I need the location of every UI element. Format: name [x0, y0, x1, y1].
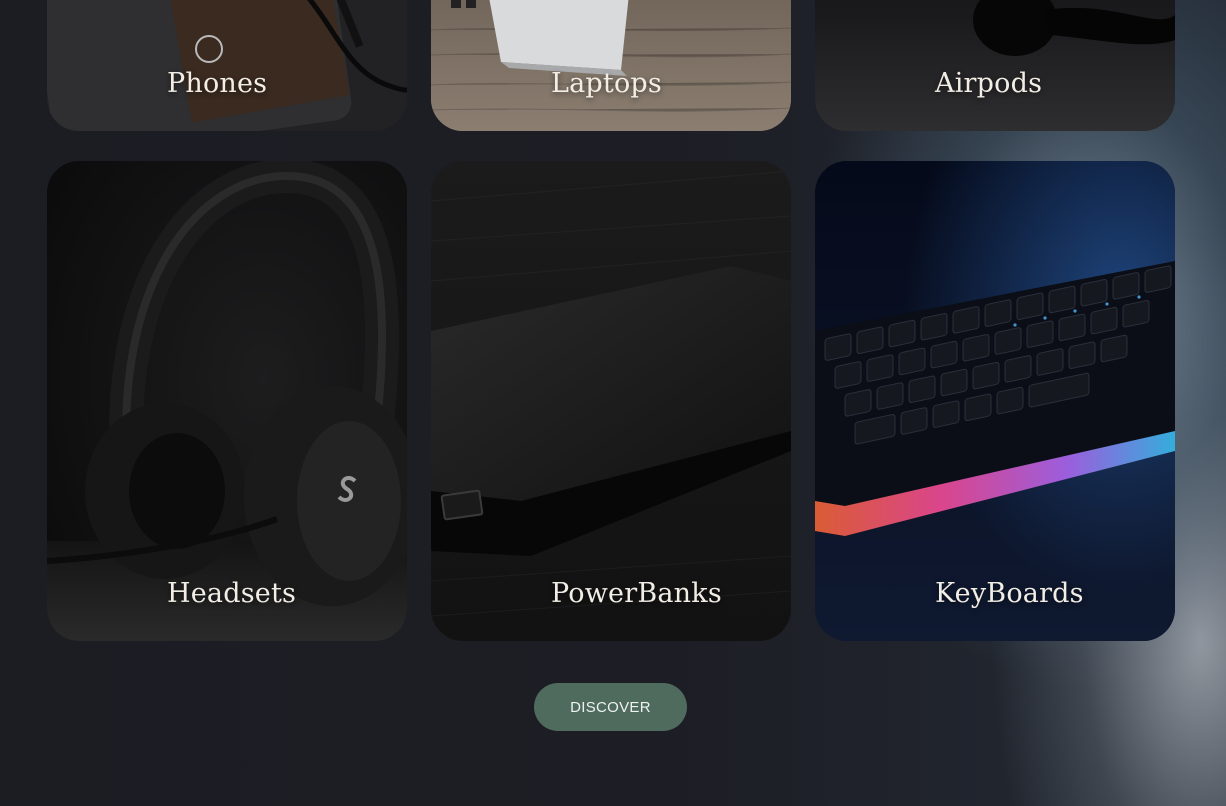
- laptops-image: [431, 0, 791, 131]
- keyboards-image: [815, 161, 1175, 641]
- category-label-airpods: Airpods: [935, 68, 1043, 99]
- category-card-keyboards[interactable]: KeyBoards: [815, 161, 1175, 641]
- headsets-image: [47, 161, 407, 641]
- category-label-laptops: Laptops: [551, 68, 662, 99]
- phones-image: [47, 0, 407, 131]
- category-label-keyboards: KeyBoards: [935, 578, 1084, 609]
- category-label-headsets: Headsets: [167, 578, 297, 609]
- category-card-powerbanks[interactable]: PowerBanks: [431, 161, 791, 641]
- discover-button[interactable]: DISCOVER: [534, 683, 687, 731]
- category-card-laptops[interactable]: Laptops: [431, 0, 791, 131]
- category-card-headsets[interactable]: Headsets: [47, 161, 407, 641]
- category-label-phones: Phones: [167, 68, 268, 99]
- airpods-image: [815, 0, 1175, 131]
- category-label-powerbanks: PowerBanks: [551, 578, 722, 609]
- powerbanks-image: [431, 161, 791, 641]
- category-card-airpods[interactable]: Airpods: [815, 0, 1175, 131]
- category-card-phones[interactable]: Phones: [47, 0, 407, 131]
